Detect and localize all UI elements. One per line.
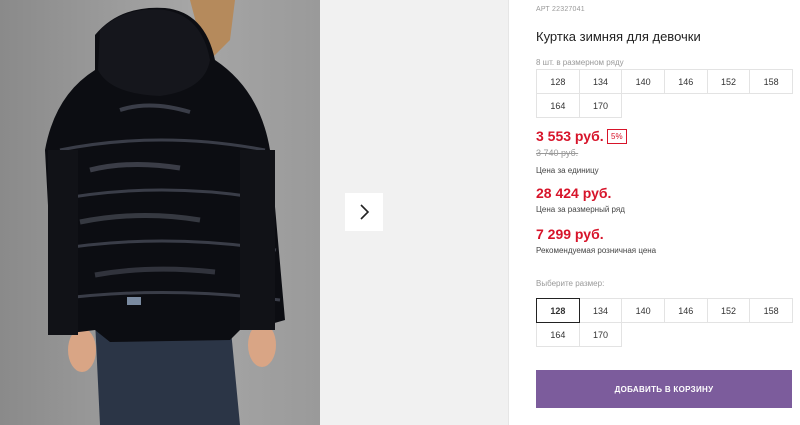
price-retail-label: Рекомендуемая розничная цена — [536, 246, 657, 255]
add-to-cart-button[interactable]: ДОБАВИТЬ В КОРЗИНУ — [536, 370, 792, 408]
price-pack-label: Цена за размерный ряд — [536, 205, 625, 214]
divider — [508, 0, 509, 425]
choose-size-label: Выберите размер: — [536, 279, 605, 288]
pack-size: 158 — [749, 69, 793, 94]
pack-size: 140 — [621, 69, 665, 94]
pack-size: 152 — [706, 69, 751, 94]
product-photo — [0, 0, 320, 425]
product-gallery — [0, 0, 508, 425]
jacket-photo-illustration — [45, 0, 285, 425]
price-unit-label: Цена за единицу — [536, 166, 599, 175]
price-retail: 7 299 руб. — [536, 226, 604, 242]
pack-size: 134 — [578, 69, 623, 94]
pack-size-grid: 128 134 140 146 152 158 164 170 — [536, 69, 793, 118]
price-pack: 28 424 руб. — [536, 185, 612, 201]
pack-label: 8 шт. в размерном ряду — [536, 58, 624, 67]
pack-size: 170 — [578, 93, 623, 118]
product-title: Куртка зимняя для девочки — [536, 29, 701, 44]
size-option[interactable]: 146 — [663, 298, 708, 323]
size-option-selected[interactable]: 128 — [536, 298, 580, 323]
size-selector: 128 134 140 146 152 158 164 170 — [536, 298, 793, 347]
chevron-right-icon — [360, 204, 370, 220]
size-option[interactable]: 134 — [578, 298, 623, 323]
gallery-next-button[interactable] — [345, 193, 383, 231]
size-option[interactable]: 164 — [536, 322, 580, 347]
discount-badge: 5% — [607, 129, 627, 144]
size-option[interactable]: 152 — [706, 298, 751, 323]
pack-size: 164 — [536, 93, 580, 118]
size-option[interactable]: 158 — [749, 298, 793, 323]
price-unit: 3 553 руб. — [536, 128, 604, 144]
pack-size: 146 — [663, 69, 708, 94]
pack-size: 128 — [536, 69, 580, 94]
size-option[interactable]: 140 — [621, 298, 665, 323]
price-old: 3 740 руб. — [536, 148, 579, 158]
product-sku: АРТ 22327041 — [536, 6, 585, 13]
size-option[interactable]: 170 — [578, 322, 623, 347]
